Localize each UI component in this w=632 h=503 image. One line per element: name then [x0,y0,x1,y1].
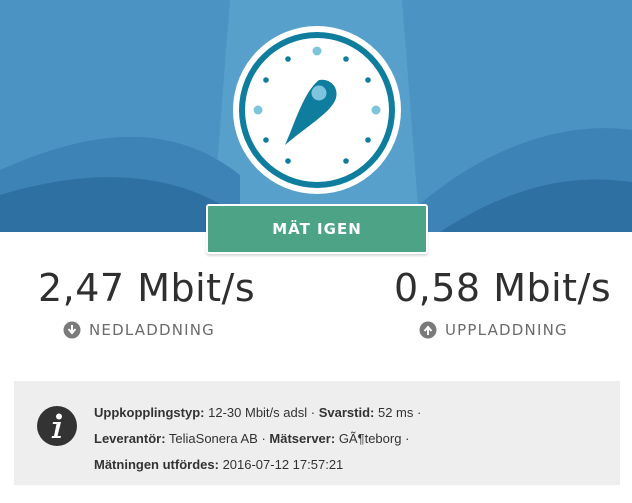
info-line-3: Mätningen utfördes: 2016-07-12 17:57:21 [94,452,421,478]
download-label-row: NEDLADDNING [63,321,215,339]
separator: · [310,405,316,420]
speedometer-icon [233,26,401,194]
download-label: NEDLADDNING [89,321,216,339]
download-speed: 2,47 Mbit/s [38,266,256,310]
hero-banner [0,0,632,232]
info-icon [37,406,77,446]
download-arrow-icon [63,321,81,339]
response-time-label: Svarstid: [318,405,375,420]
info-panel: Uppkopplingstyp: 12-30 Mbit/s adsl · Sva… [14,381,620,485]
retest-button[interactable]: MÄT IGEN [206,204,428,254]
performed-label: Mätningen utfördes: [94,457,219,472]
separator: · [417,405,422,420]
info-line-2: Leverantör: TeliaSonera AB · Mätserver: … [94,426,421,452]
connection-type-value: 12-30 Mbit/s adsl [208,405,308,420]
separator: · [405,431,410,446]
server-value: GÃ¶teborg [338,431,402,446]
performed-value: 2016-07-12 17:57:21 [222,457,344,472]
info-line-1: Uppkopplingstyp: 12-30 Mbit/s adsl · Sva… [94,400,421,426]
provider-value: TeliaSonera AB [168,431,258,446]
connection-type-label: Uppkopplingstyp: [94,405,205,420]
response-time-value: 52 ms [377,405,414,420]
provider-label: Leverantör: [94,431,166,446]
separator: · [261,431,266,446]
info-lines: Uppkopplingstyp: 12-30 Mbit/s adsl · Sva… [94,400,421,478]
upload-speed: 0,58 Mbit/s [394,266,612,310]
server-label: Mätserver: [269,431,336,446]
upload-arrow-icon [419,321,437,339]
speed-gauge [229,26,405,194]
upload-label: UPPLADDNING [445,321,568,339]
upload-label-row: UPPLADDNING [419,321,568,339]
